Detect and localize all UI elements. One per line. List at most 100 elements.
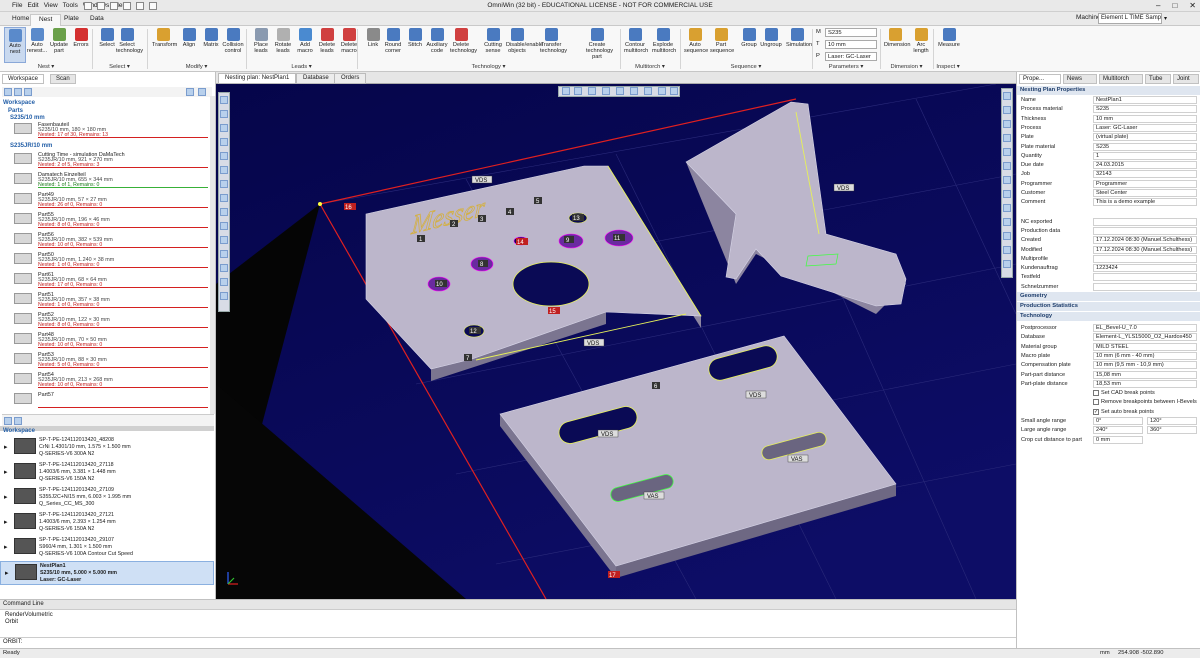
checkbox[interactable] [1093, 390, 1099, 397]
chevron-right-icon[interactable]: ▸ [4, 493, 8, 501]
part-list-item[interactable]: Part54 S235JR/10 mm, 213 × 268 mm Nested: … [0, 372, 208, 388]
ribbon-button-ungroup[interactable]: Ungroup [760, 27, 782, 63]
property-value[interactable]: Element-L_YLS15000_O2_Hardox450 [1093, 333, 1197, 342]
view-top-icon[interactable] [1003, 148, 1011, 156]
mark-vas[interactable]: VAS [643, 491, 665, 500]
seq-label-14[interactable]: 14 [516, 238, 528, 246]
chevron-down-icon[interactable]: ▾ [1164, 15, 1167, 22]
ribbon-button-auxiliary-code[interactable]: Auxiliary code [426, 27, 448, 63]
view-iso-icon[interactable] [616, 87, 624, 95]
tab-properties[interactable]: Prope... [1019, 74, 1061, 84]
layers-icon[interactable] [670, 87, 678, 95]
ribbon-button-round-corner[interactable]: Round corner [382, 27, 404, 63]
ribbon-button-update-part[interactable]: Update part [48, 27, 70, 63]
seq-label-3[interactable]: 3 [478, 215, 486, 223]
property-value[interactable]: (virtual plate) [1093, 133, 1197, 142]
part-list-item[interactable]: Cutting Time - simulation DaMaTech S235JR… [0, 152, 208, 168]
thickness-select[interactable]: 10 mm [825, 40, 877, 49]
orbit-icon[interactable] [588, 87, 596, 95]
tab-nesting-plan[interactable]: Nesting plan: NestPlan1 [218, 73, 297, 84]
property-value[interactable] [1093, 282, 1197, 291]
tab-data[interactable]: Data [82, 14, 112, 26]
menu-file[interactable]: File [12, 2, 22, 9]
property-value[interactable]: 24.03.2015 [1093, 161, 1197, 170]
part-list-item[interactable]: Part56 S235JR/10 mm, 382 × 539 mm Nested: … [0, 232, 208, 248]
scrollbar[interactable] [210, 96, 215, 414]
seq-label-12[interactable]: 12 [469, 327, 481, 335]
line-tool-icon[interactable] [220, 180, 228, 188]
process-select[interactable]: Laser: GC-Laser [825, 52, 877, 61]
ribbon-button-measure[interactable]: Measure [938, 27, 960, 63]
view-back-icon[interactable] [1003, 106, 1011, 114]
property-value[interactable]: 32143 [1093, 170, 1197, 179]
seq-label-2[interactable]: 2 [450, 220, 458, 228]
move-tool-icon[interactable] [220, 110, 228, 118]
part-list-item[interactable]: Part55 S235JR/10 mm, 196 × 46 mm Nested: 8… [0, 212, 208, 228]
ribbon-button-matrix[interactable]: Matrix [200, 27, 222, 63]
save-icon[interactable] [110, 2, 118, 10]
angle-from[interactable]: 0° [1093, 417, 1143, 425]
property-value[interactable]: Laser: GC-Laser [1093, 123, 1197, 132]
angle-to[interactable]: 360° [1147, 426, 1197, 435]
view-left-icon[interactable] [1003, 120, 1011, 128]
settings-icon[interactable] [198, 88, 206, 96]
ribbon-button-add-macro[interactable]: Add macro [294, 27, 316, 63]
ribbon-button-auto-nest[interactable]: Auto nest [4, 27, 26, 63]
part-list-item[interactable]: Part48 S235JR/10 mm, 70 × 50 mm Nested: 10… [0, 332, 208, 348]
render-icon[interactable] [644, 87, 652, 95]
ribbon-button-explode-multitorch[interactable]: Explode multitorch [652, 27, 676, 63]
ribbon-button-collision-control[interactable]: Collision control [222, 27, 244, 63]
text-tool-icon[interactable] [220, 222, 228, 230]
cube-icon[interactable] [658, 87, 666, 95]
property-value[interactable]: MILD STEEL [1093, 342, 1197, 351]
measure-tool-icon[interactable] [220, 166, 228, 174]
ribbon-button-auto-sequence[interactable]: Auto sequence [684, 27, 708, 63]
menu-edit[interactable]: Edit [27, 2, 38, 9]
tab-workspace[interactable]: Workspace [2, 74, 44, 84]
part-list-item[interactable]: Part51 S235JR/10 mm, 357 × 38 mm Nested: 1… [0, 292, 208, 308]
seq-label-7[interactable]: 7 [464, 354, 472, 362]
seq-label-1[interactable]: 1 [417, 235, 425, 243]
mirror-tool-icon[interactable] [220, 138, 228, 146]
maximize-icon[interactable]: □ [1172, 1, 1177, 10]
seq-label-11[interactable]: 11 [613, 234, 625, 242]
minimize-icon[interactable]: – [1156, 1, 1160, 10]
location-icon[interactable] [1003, 260, 1011, 268]
workspace-item[interactable]: ▸ SP-T-PE-124112013420_27121 1.4003/6 mm, … [0, 511, 214, 535]
property-value[interactable]: S235 [1093, 142, 1197, 151]
new-icon[interactable] [84, 2, 92, 10]
checkbox-row[interactable]: Set CAD break points [1017, 389, 1200, 398]
zoom-icon[interactable] [562, 87, 570, 95]
ribbon-button-align[interactable]: Align [178, 27, 200, 63]
part-list-item[interactable]: Damatech Einzelteil S235JR/10 mm, 655 × 3… [0, 172, 208, 188]
lead-tool-icon[interactable] [220, 278, 228, 286]
mark-vds[interactable]: VDS [471, 175, 493, 184]
seq-label-15[interactable]: 15 [548, 307, 560, 315]
property-value[interactable]: 1223424 [1093, 264, 1197, 273]
material-select[interactable]: S235 [825, 28, 877, 37]
tab-multitorch[interactable]: Multitorch [1099, 74, 1143, 84]
chevron-right-icon[interactable]: ▸ [4, 543, 8, 551]
seq-label-5[interactable]: 5 [534, 197, 542, 205]
tab-tube[interactable]: Tube [1145, 74, 1171, 84]
ribbon-button-errors[interactable]: Errors [70, 27, 92, 63]
delete-tool-icon[interactable] [220, 236, 228, 244]
ribbon-button-group[interactable]: Group [738, 27, 760, 63]
part-list-item[interactable]: Fasenbauteil S235/10 mm, 180 × 180 mm Nest… [0, 122, 208, 138]
workspace-section-header[interactable]: Workspace [3, 428, 35, 434]
parts-header[interactable]: Parts [8, 108, 23, 114]
add-icon[interactable] [14, 88, 22, 96]
ribbon-button-transform[interactable]: Transform [152, 27, 177, 63]
property-value[interactable]: 1 [1093, 151, 1197, 160]
property-value[interactable]: 17.12.2024 08:30 (Manuel.Schulthess) [1093, 236, 1197, 245]
view-front-icon[interactable] [1003, 92, 1011, 100]
mark-vas[interactable]: VAS [787, 454, 809, 463]
section-header-production-statistics[interactable]: Production Statistics [1017, 302, 1200, 311]
property-value[interactable] [1093, 273, 1197, 282]
angle-from[interactable]: 240° [1093, 426, 1143, 435]
snap-tool-icon[interactable] [220, 250, 228, 258]
seq-label-13[interactable]: 13 [572, 214, 584, 222]
menu-tools[interactable]: Tools [63, 2, 78, 9]
rotate-tool-icon[interactable] [220, 124, 228, 132]
ribbon-button-auto-renest[interactable]: Auto renest... [26, 27, 48, 63]
